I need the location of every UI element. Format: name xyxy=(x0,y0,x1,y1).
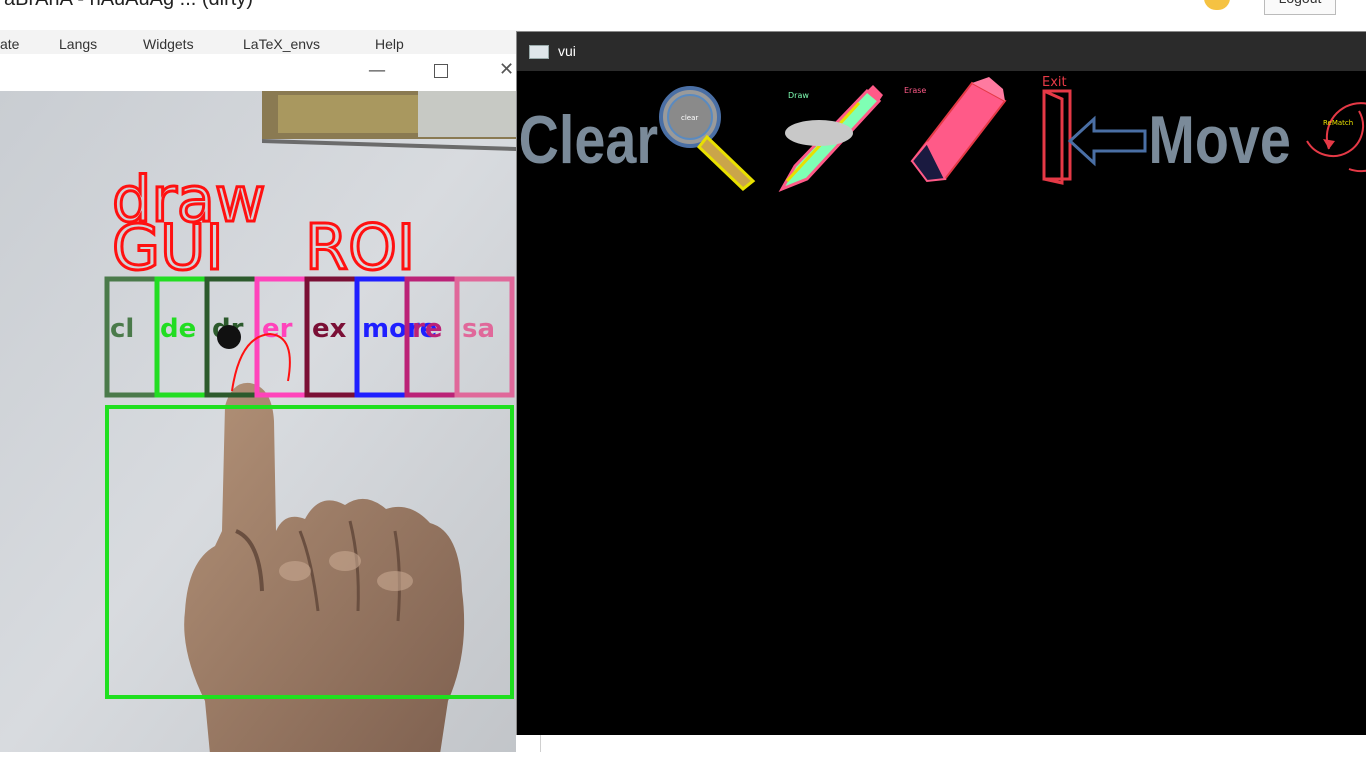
background-app-top-strip: aBrAriA - nAuAuAg ... (dirty) Logout xyxy=(0,0,1366,30)
arrow-left-icon xyxy=(1067,115,1147,167)
menu-item-langs[interactable]: Langs xyxy=(59,36,97,52)
minimize-icon[interactable]: — xyxy=(368,60,386,81)
menu-item-latex-envs[interactable]: LaTeX_envs xyxy=(243,36,320,52)
clear-button: Clear xyxy=(519,103,658,178)
board-window: vui Clear clear Draw Erase Exit Move ReM… xyxy=(516,31,1366,735)
label-gui: GUI xyxy=(112,211,224,284)
eraser-icon[interactable]: Erase xyxy=(904,77,1007,183)
label-roi: ROI xyxy=(305,211,415,284)
roi-box-ex-label: ex xyxy=(312,314,347,344)
camera-window-titlebar: — ✕ xyxy=(0,54,540,91)
board-toolbar-graphics: Clear clear Draw Erase Exit Move ReMatch xyxy=(519,75,1366,192)
roi-box-de-label: de xyxy=(160,314,196,344)
board-canvas[interactable]: Clear clear Draw Erase Exit Move ReMatch xyxy=(517,71,1366,735)
menubar: ate Langs Widgets LaTeX_envs Help xyxy=(0,30,520,54)
magnifier-label: clear xyxy=(681,114,698,122)
exit-label: Exit xyxy=(1042,75,1067,90)
board-window-title: vui xyxy=(558,43,576,59)
roi-box-cl-label: cl xyxy=(110,314,134,344)
window-app-icon xyxy=(529,45,549,59)
menu-item-widgets[interactable]: Widgets xyxy=(143,36,194,52)
exit-icon[interactable]: Exit xyxy=(1042,75,1072,185)
camera-window: — ✕ draw GUI ROI cl de er ex more re sa xyxy=(0,54,541,754)
maximize-icon[interactable] xyxy=(434,64,448,78)
close-icon[interactable]: ✕ xyxy=(499,59,514,80)
pencil-label: Draw xyxy=(788,91,809,100)
move-button: Move xyxy=(1148,103,1291,178)
user-avatar-icon xyxy=(1204,0,1230,10)
menu-item-ate[interactable]: ate xyxy=(0,36,19,52)
fingertip-marker xyxy=(217,325,241,349)
menu-item-help[interactable]: Help xyxy=(375,36,404,52)
pencil-icon[interactable]: Draw xyxy=(778,85,883,192)
pencil-smudge xyxy=(785,120,853,146)
background-app-title: aBrAriA - nAuAuAg ... (dirty) xyxy=(4,0,253,11)
roi-box-re-label: re xyxy=(412,314,442,344)
eraser-label: Erase xyxy=(904,86,926,95)
magnifier-icon[interactable]: clear xyxy=(659,86,756,191)
camera-feed: draw GUI ROI cl de dr er ex more re xyxy=(0,91,516,754)
roi-box-er-label: er xyxy=(262,314,293,344)
logout-button[interactable]: Logout xyxy=(1264,0,1336,15)
camera-feed-canvas: draw GUI ROI cl de dr er ex more re xyxy=(0,91,516,754)
board-window-titlebar: vui xyxy=(517,32,1366,71)
refresh-label: ReMatch xyxy=(1323,119,1353,127)
refresh-icon[interactable]: ReMatch xyxy=(1306,102,1366,173)
roi-box-sa-label: sa xyxy=(462,314,495,344)
background-app-bottom-strip xyxy=(0,752,1366,768)
